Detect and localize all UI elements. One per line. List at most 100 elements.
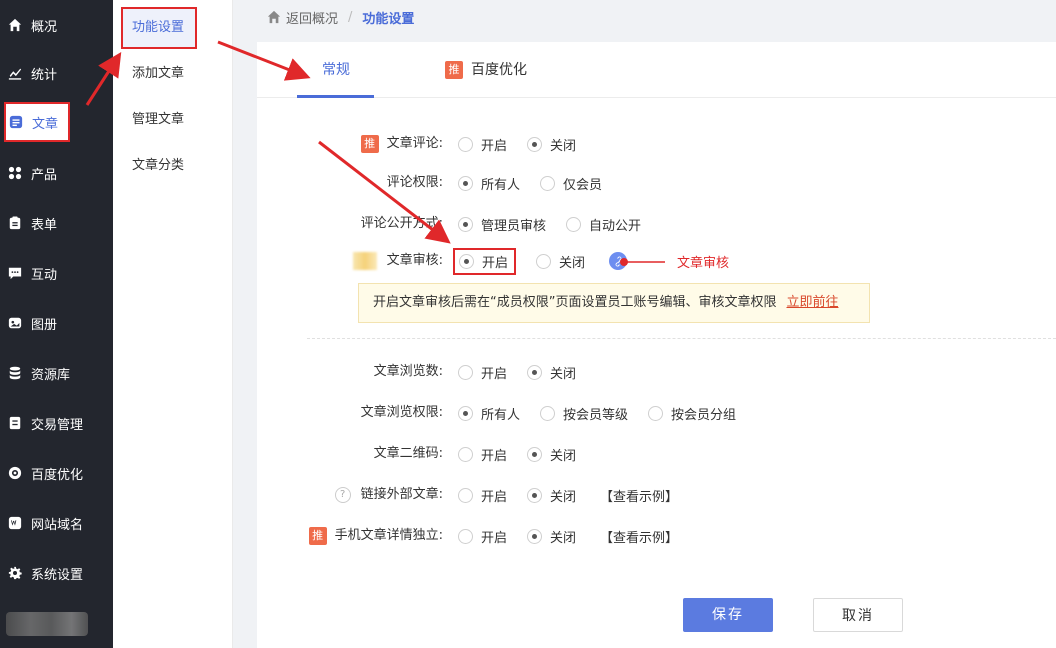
external-label: ? 链接外部文章: xyxy=(334,483,443,507)
sidebar-item-label: 图册 xyxy=(31,317,58,333)
section-divider xyxy=(307,338,1056,339)
submenu-item-feature-settings[interactable]: 功能设置 xyxy=(121,7,197,49)
views-on-radio[interactable]: 开启 xyxy=(458,363,507,382)
tab-normal[interactable]: 常规 xyxy=(297,42,374,98)
view-perm-group-radio[interactable]: 按会员分组 xyxy=(648,404,736,423)
sidebar-item-gallery[interactable]: 图册 xyxy=(0,298,113,348)
comment-label: 推文章评论: xyxy=(360,132,443,156)
view-permission-label: 文章浏览权限: xyxy=(360,405,443,420)
sidebar-item-overview[interactable]: 概况 xyxy=(0,0,113,50)
qrcode-off-radio[interactable]: 关闭 xyxy=(527,445,576,464)
link-icon[interactable] xyxy=(609,252,628,270)
form-row-comment-permission: 评论权限: 所有人 仅会员 xyxy=(257,171,1056,195)
avatar[interactable] xyxy=(6,612,88,636)
submenu-item-add-article[interactable]: 添加文章 xyxy=(121,53,221,95)
breadcrumb: 返回概况 / 功能设置 xyxy=(233,0,1056,34)
database-icon xyxy=(8,366,22,380)
qrcode-options: 开启 关闭 xyxy=(458,442,596,466)
cancel-button[interactable]: 取消 xyxy=(813,598,903,632)
comment-off-radio[interactable]: 关闭 xyxy=(527,135,576,154)
back-label: 返回概况 xyxy=(286,11,339,27)
grid-icon xyxy=(8,166,22,180)
form-row-view-permission: 文章浏览权限: 所有人 按会员等级 按会员分组 xyxy=(257,401,1056,425)
view-perm-all-radio[interactable]: 所有人 xyxy=(458,404,520,423)
sidebar-item-settings[interactable]: 系统设置 xyxy=(0,548,113,598)
views-off-radio[interactable]: 关闭 xyxy=(527,363,576,382)
recommend-badge: 推 xyxy=(445,61,463,79)
comment-perm-all-radio[interactable]: 所有人 xyxy=(458,174,520,193)
form-row-qrcode: 文章二维码: 开启 关闭 xyxy=(257,442,1056,466)
sidebar-item-label: 表单 xyxy=(31,217,58,233)
comment-perm-member-radio[interactable]: 仅会员 xyxy=(540,174,602,193)
review-options: 开启 关闭 xyxy=(453,247,628,275)
article-submenu: 功能设置 添加文章 管理文章 文章分类 xyxy=(113,0,233,648)
views-options: 开启 关闭 xyxy=(458,360,596,384)
sidebar-item-stats[interactable]: 统计 xyxy=(0,48,113,98)
sidebar-item-product[interactable]: 产品 xyxy=(0,148,113,198)
sidebar-item-interact[interactable]: 互动 xyxy=(0,248,113,298)
comment-public-options: 管理员审核 自动公开 xyxy=(458,212,661,236)
sidebar-item-form[interactable]: 表单 xyxy=(0,198,113,248)
sidebar-item-label: 文章 xyxy=(32,116,59,132)
article-icon xyxy=(9,115,23,129)
settings-panel: 常规 推百度优化 推文章评论: 开启 关闭 评论权限: 所有人 仅会员 评论公开… xyxy=(257,42,1056,648)
submenu-item-article-category[interactable]: 文章分类 xyxy=(121,145,221,187)
chat-icon xyxy=(8,266,22,280)
home-icon xyxy=(267,10,281,24)
home-icon xyxy=(8,18,22,32)
external-off-radio[interactable]: 关闭 xyxy=(527,486,576,505)
sidebar-item-trade[interactable]: 交易管理 xyxy=(0,398,113,448)
comment-public-label: 评论公开方式: xyxy=(360,216,443,231)
comment-public-admin-radio[interactable]: 管理员审核 xyxy=(458,215,546,234)
comment-permission-label: 评论权限: xyxy=(386,175,443,190)
form-row-comment: 推文章评论: 开启 关闭 xyxy=(257,132,1056,156)
external-on-radio[interactable]: 开启 xyxy=(458,486,507,505)
views-label: 文章浏览数: xyxy=(373,364,443,379)
form-row-comment-public: 评论公开方式: 管理员审核 自动公开 xyxy=(257,212,1056,236)
annotation-label: 文章审核 xyxy=(677,256,730,271)
comment-permission-options: 所有人 仅会员 xyxy=(458,171,622,195)
breadcrumb-current: 功能设置 xyxy=(362,11,415,27)
review-on-radio[interactable]: 开启 xyxy=(453,247,517,275)
sidebar-item-label: 资源库 xyxy=(31,367,71,383)
sidebar-item-label: 统计 xyxy=(31,67,58,83)
sidebar-item-label: 交易管理 xyxy=(31,417,84,433)
sidebar-item-label: 系统设置 xyxy=(31,567,84,583)
sidebar-item-article[interactable]: 文章 xyxy=(4,102,70,142)
qrcode-on-radio[interactable]: 开启 xyxy=(458,445,507,464)
save-button[interactable]: 保存 xyxy=(683,598,773,632)
view-perm-level-radio[interactable]: 按会员等级 xyxy=(540,404,628,423)
mobile-options: 开启 关闭 【查看示例】 xyxy=(458,524,678,548)
external-sample-link[interactable]: 【查看示例】 xyxy=(600,486,678,505)
recommend-badge: 推 xyxy=(308,526,327,545)
sidebar-item-label: 产品 xyxy=(31,167,58,183)
form-row-views: 文章浏览数: 开启 关闭 xyxy=(257,360,1056,384)
chart-icon xyxy=(8,66,22,80)
comment-on-radio[interactable]: 开启 xyxy=(458,135,507,154)
mobile-sample-link[interactable]: 【查看示例】 xyxy=(600,527,678,546)
sidebar-item-baidu[interactable]: 百度优化 xyxy=(0,448,113,498)
sidebar-item-domain[interactable]: 网站域名 xyxy=(0,498,113,548)
form-icon xyxy=(8,216,22,230)
mobile-on-radio[interactable]: 开启 xyxy=(458,527,507,546)
help-icon[interactable]: ? xyxy=(334,487,351,503)
blurred-badge xyxy=(352,252,377,270)
go-now-link[interactable]: 立即前往 xyxy=(786,295,838,310)
baidu-icon xyxy=(8,466,22,480)
breadcrumb-separator: / xyxy=(348,9,353,25)
comment-public-auto-radio[interactable]: 自动公开 xyxy=(566,215,641,234)
main-sidebar: 概况 统计 文章 产品 表单 互动 图册 资源库 交易管理 百度优化 网站域名 xyxy=(0,0,113,648)
external-options: 开启 关闭 【查看示例】 xyxy=(458,483,678,507)
sidebar-item-label: 网站域名 xyxy=(31,517,84,533)
back-to-overview-link[interactable]: 返回概况 xyxy=(267,8,338,27)
mobile-off-radio[interactable]: 关闭 xyxy=(527,527,576,546)
domain-icon xyxy=(8,516,22,530)
gear-icon xyxy=(8,566,22,580)
review-off-radio[interactable]: 关闭 xyxy=(536,252,585,271)
tab-baidu[interactable]: 推百度优化 xyxy=(445,42,527,98)
recommend-badge: 推 xyxy=(360,134,379,153)
gallery-icon xyxy=(8,316,22,330)
sidebar-item-resource[interactable]: 资源库 xyxy=(0,348,113,398)
submenu-item-manage-article[interactable]: 管理文章 xyxy=(121,99,221,141)
tab-bar: 常规 推百度优化 xyxy=(257,42,1056,98)
